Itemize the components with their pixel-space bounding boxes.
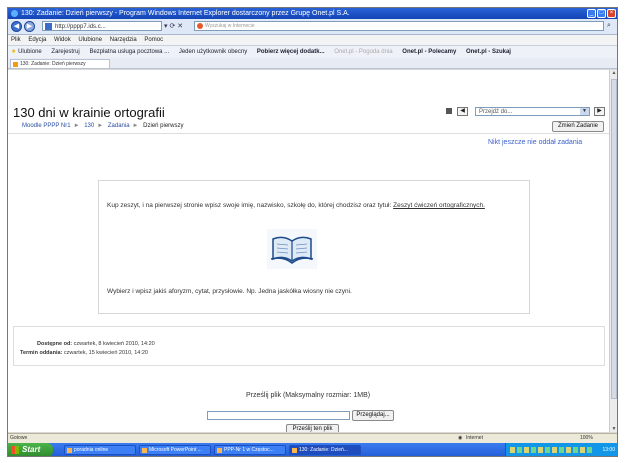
search-icon[interactable]: ⌕ — [607, 21, 616, 31]
address-tools[interactable]: ▾ ⟳ ✕ — [164, 22, 183, 30]
tray-icons[interactable] — [510, 447, 592, 453]
favorites-star-icon: ★ — [11, 49, 17, 55]
due-value: czwartek, 15 kwiecień 2010, 14:20 — [63, 350, 148, 356]
page-title: 130 dni w krainie ortografii — [13, 105, 165, 120]
zoom-level[interactable]: 100% — [580, 434, 593, 443]
clock[interactable]: 13:00 — [602, 443, 615, 456]
search-input[interactable]: Wyszukaj w Internecie — [194, 21, 604, 31]
prev-button[interactable]: ◀ — [457, 107, 468, 116]
breadcrumb-current: Dzień pierwszy — [143, 123, 184, 129]
file-input[interactable] — [207, 411, 350, 420]
favorites-bar: ★ Ulubione Zarejestruj Bezpłatna usługa … — [8, 45, 617, 59]
breadcrumb: Moodle PPPP Nr1 ► 130 ► Zadania ► Dzień pie… — [8, 119, 609, 134]
minimize-button[interactable]: _ — [587, 9, 596, 18]
taskbar: Start poradnia online Microsoft PowerPoi… — [8, 443, 617, 456]
breadcrumb-course[interactable]: 130 — [84, 123, 94, 129]
task-text-part: Kup zeszyt, i na pierwszej stronie wpisz… — [107, 202, 392, 209]
address-bar: ◀ ▶ http://pppp7.ids.c... ▾ ⟳ ✕ Wyszukaj… — [8, 19, 617, 35]
page-content: 130 dni w krainie ortografii ◀ Przejdź d… — [8, 70, 609, 432]
zone-text: Internet — [466, 435, 483, 441]
scroll-down-icon[interactable]: ▼ — [611, 426, 617, 432]
menu-tools[interactable]: Narzędzia — [110, 37, 137, 43]
taskbar-item[interactable]: PPP-Nr 1 w Częstoc... — [214, 445, 286, 455]
vertical-scrollbar[interactable]: ▲ ▼ — [609, 70, 617, 432]
ie-logo-icon — [11, 10, 18, 17]
upload-label: Prześlij plik (Maksymalny rozmiar: 1MB) — [246, 392, 371, 399]
available-label: Dostępne od: — [37, 341, 73, 347]
jump-select[interactable]: Przejdź do... ▼ — [475, 107, 590, 116]
task-text-2: Wybierz i wpisz jakiś aforyzm, cytat, pr… — [107, 288, 352, 295]
menu-view[interactable]: Widok — [54, 37, 71, 43]
jump-placeholder: Przejdź do... — [479, 109, 513, 115]
start-button[interactable]: Start — [8, 443, 53, 456]
breadcrumb-assignments[interactable]: Zadania — [108, 123, 130, 129]
scrollbar-thumb[interactable] — [611, 79, 617, 399]
close-button[interactable]: × — [607, 9, 616, 18]
available-from: Dostępne od: czwartek, 8 kwiecień 2010, … — [37, 341, 155, 347]
status-bar: Gotowe ◉ Internet 100% — [8, 433, 617, 443]
available-value: czwartek, 8 kwiecień 2010, 14:20 — [73, 341, 155, 347]
fav-item[interactable]: Onet.pl - Pogoda dnia — [334, 49, 392, 55]
tab-row: 130: Zadanie: Dzień pierwszy — [8, 58, 617, 69]
due-label: Termin oddania: — [20, 350, 63, 356]
menu-help[interactable]: Pomoc — [144, 37, 163, 43]
fav-item[interactable]: Pobierz więcej dodatk... — [257, 49, 325, 55]
next-button[interactable]: ▶ — [594, 107, 605, 116]
fav-item[interactable]: Onet.pl - Szukaj — [466, 49, 511, 55]
upload-submit-button[interactable]: Prześlij ten plik — [286, 424, 339, 432]
menu-file[interactable]: Plik — [11, 37, 21, 43]
status-text: Gotowe — [10, 435, 28, 441]
forward-button[interactable]: ▶ — [24, 21, 35, 32]
task-link[interactable]: Zeszyt ćwiczeń ortograficznych. — [393, 202, 485, 209]
globe-icon: ◉ — [458, 435, 463, 441]
taskbar-item[interactable]: Microsoft PowerPoint ... — [139, 445, 211, 455]
menu-favorites[interactable]: Ulubione — [78, 37, 102, 43]
back-button[interactable]: ◀ — [11, 21, 22, 32]
maximize-button[interactable]: □ — [597, 9, 606, 18]
taskbar-item[interactable]: poradnia online — [64, 445, 136, 455]
ie-window: 130: Zadanie: Dzień pierwszy - Program W… — [7, 7, 618, 457]
task-description: Kup zeszyt, i na pierwszej stronie wpisz… — [98, 180, 530, 314]
menu-bar: Plik Edycja Widok Ulubione Narzędzia Pom… — [8, 35, 617, 45]
fav-item[interactable]: Zarejestruj — [51, 49, 79, 55]
fav-item[interactable]: Bezpłatna usługa pocztowa ... — [89, 49, 169, 55]
book-icon — [267, 229, 317, 269]
scroll-up-icon[interactable]: ▲ — [611, 70, 617, 76]
system-tray: 13:00 — [505, 443, 617, 456]
title-bar: 130: Zadanie: Dzień pierwszy - Program W… — [8, 8, 617, 19]
fav-item[interactable]: Onet.pl - Polecamy — [402, 49, 456, 55]
url-input[interactable]: http://pppp7.ids.c... — [42, 21, 162, 31]
no-submissions-link[interactable]: Nikt jeszcze nie oddał zadania — [488, 139, 582, 146]
favorites-label[interactable]: Ulubione — [18, 49, 42, 55]
edit-assignment-button[interactable]: Zmień Zadanie — [552, 121, 604, 132]
taskbar-item-active[interactable]: 130: Zadanie: Dzień... — [289, 445, 361, 455]
dates-box: Dostępne od: czwartek, 8 kwiecień 2010, … — [13, 326, 605, 366]
chevron-down-icon: ▼ — [580, 108, 589, 115]
navigation-icon — [446, 108, 452, 114]
due-date: Termin oddania: czwartek, 15 kwiecień 20… — [20, 350, 148, 356]
breadcrumb-home[interactable]: Moodle PPPP Nr1 — [22, 123, 71, 129]
fav-item[interactable]: Jeden użytkownik obecny — [179, 49, 247, 55]
task-text: Kup zeszyt, i na pierwszej stronie wpisz… — [107, 201, 521, 210]
tab-current[interactable]: 130: Zadanie: Dzień pierwszy — [10, 59, 110, 68]
menu-edit[interactable]: Edycja — [28, 37, 46, 43]
browse-button[interactable]: Przeglądaj... — [352, 410, 394, 421]
window-title: 130: Zadanie: Dzień pierwszy - Program W… — [21, 10, 350, 17]
